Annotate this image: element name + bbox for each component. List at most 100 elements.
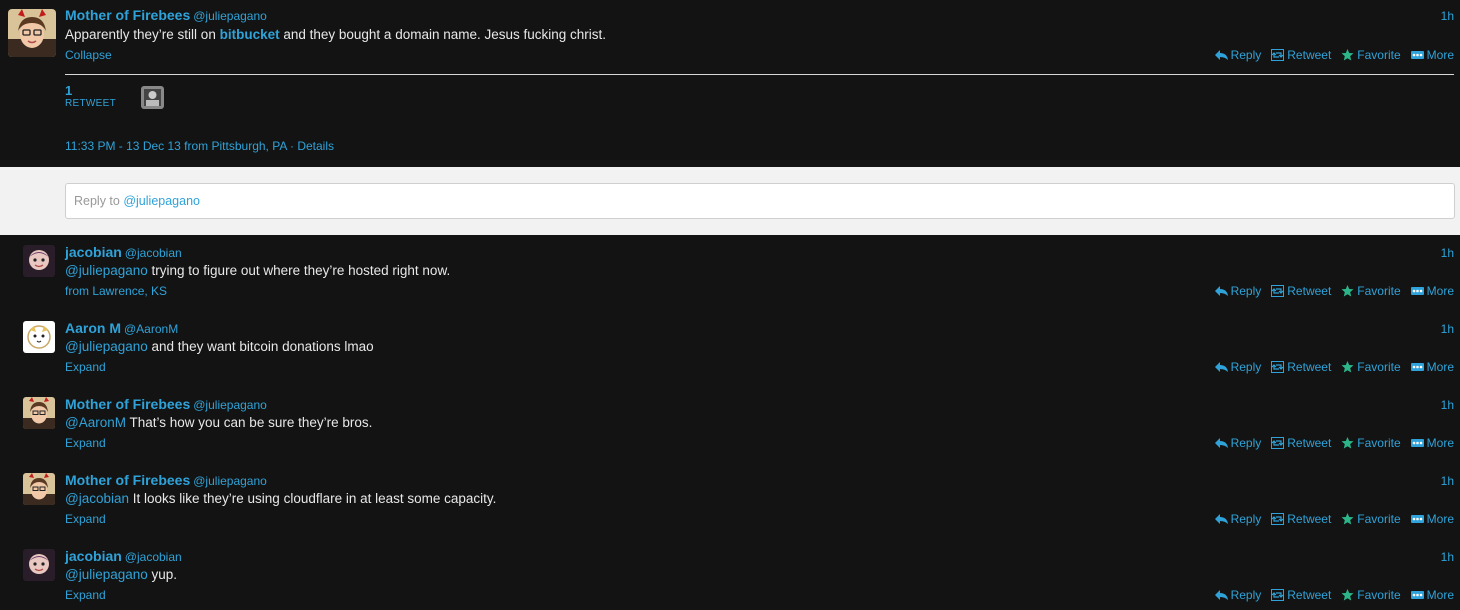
tweet-actions: Reply Retweet Favorite More — [1214, 588, 1454, 602]
reply-button[interactable]: Reply — [1214, 360, 1262, 374]
favorite-button[interactable]: Favorite — [1341, 588, 1401, 602]
favorite-label: Favorite — [1357, 284, 1401, 298]
reply-button[interactable]: Reply — [1214, 512, 1262, 526]
more-button[interactable]: More — [1410, 284, 1454, 298]
reply-tweet: jacobian @jacobian 1h @juliepagano trying… — [0, 235, 1460, 311]
expand-link[interactable]: Expand — [65, 588, 106, 602]
favorite-button[interactable]: Favorite — [1341, 512, 1401, 526]
reply-label: Reply — [1230, 48, 1262, 62]
reply-label: Reply — [1230, 436, 1262, 450]
mention-link[interactable]: @juliepagano — [65, 567, 148, 582]
avatar-juliepagano[interactable] — [8, 9, 56, 57]
tweet-timestamp[interactable]: 1h — [1441, 9, 1454, 23]
reply-tweet: Aaron M @AaronM 1h @juliepagano and they … — [0, 311, 1460, 387]
favorite-button[interactable]: Favorite — [1341, 48, 1401, 62]
retweet-count-label: RETWEET — [65, 98, 116, 109]
tweet-text-part: Apparently they’re still on — [65, 27, 220, 42]
tweet-meta[interactable]: 11:33 PM - 13 Dec 13 from Pittsburgh, PA… — [65, 139, 334, 153]
retweet-button[interactable]: Retweet — [1271, 48, 1331, 62]
retweet-button[interactable]: Retweet — [1271, 512, 1331, 526]
retweet-button[interactable]: Retweet — [1271, 588, 1331, 602]
star-icon — [1341, 361, 1354, 373]
more-button[interactable]: More — [1410, 48, 1454, 62]
favorite-label: Favorite — [1357, 436, 1401, 450]
more-dots-icon — [1410, 49, 1424, 61]
collapse-link[interactable]: Collapse — [65, 48, 112, 62]
more-label: More — [1426, 512, 1454, 526]
reply-tweet: Mother of Firebees @juliepagano 1h @jacob… — [0, 463, 1460, 539]
author-handle[interactable]: @jacobian — [125, 246, 182, 260]
avatar-juliepagano[interactable] — [23, 397, 55, 429]
reply-button[interactable]: Reply — [1214, 48, 1262, 62]
reply-icon — [1214, 513, 1228, 525]
author-handle[interactable]: @juliepagano — [193, 398, 267, 412]
expand-link[interactable]: Expand — [65, 512, 106, 526]
tweet-timestamp[interactable]: 1h — [1441, 550, 1454, 564]
author-handle[interactable]: @AaronM — [124, 322, 178, 336]
more-label: More — [1426, 284, 1454, 298]
tweet-text: Apparently they’re still on bitbucket an… — [65, 27, 606, 42]
author-name[interactable]: jacobian — [65, 548, 122, 564]
more-button[interactable]: More — [1410, 436, 1454, 450]
star-icon — [1341, 285, 1354, 297]
favorite-button[interactable]: Favorite — [1341, 436, 1401, 450]
tweet-text-body: That’s how you can be sure they’re bros. — [125, 415, 373, 430]
favorite-label: Favorite — [1357, 360, 1401, 374]
retweet-button[interactable]: Retweet — [1271, 436, 1331, 450]
more-button[interactable]: More — [1410, 588, 1454, 602]
reply-label: Reply — [1230, 512, 1262, 526]
bitbucket-link[interactable]: bitbucket — [220, 27, 280, 42]
more-button[interactable]: More — [1410, 512, 1454, 526]
tweet-timestamp[interactable]: 1h — [1441, 246, 1454, 260]
main-tweet: Mother of Firebees @juliepagano 1h Appare… — [0, 0, 1460, 167]
author-name[interactable]: Aaron M — [65, 320, 121, 336]
author-name[interactable]: jacobian — [65, 244, 122, 260]
expand-link[interactable]: Expand — [65, 360, 106, 374]
favorite-label: Favorite — [1357, 588, 1401, 602]
reply-icon — [1214, 285, 1228, 297]
author-handle[interactable]: @juliepagano — [193, 9, 267, 23]
reply-button[interactable]: Reply — [1214, 284, 1261, 298]
mention-link[interactable]: @AaronM — [65, 415, 126, 430]
tweet-timestamp[interactable]: 1h — [1441, 474, 1454, 488]
expand-link[interactable]: Expand — [65, 436, 106, 450]
author-handle[interactable]: @juliepagano — [193, 474, 267, 488]
avatar-jacobian[interactable] — [23, 245, 55, 277]
reply-button[interactable]: Reply — [1214, 588, 1261, 602]
more-button[interactable]: More — [1410, 360, 1454, 374]
tweet-location[interactable]: from Lawrence, KS — [65, 284, 167, 298]
tweet-timestamp[interactable]: 1h — [1441, 322, 1454, 336]
retweet-label: Retweet — [1287, 284, 1332, 298]
reply-button[interactable]: Reply — [1214, 436, 1262, 450]
retweet-count: 1 — [65, 83, 73, 98]
author-handle[interactable]: @jacobian — [125, 550, 182, 564]
retweet-button[interactable]: Retweet — [1271, 284, 1331, 298]
reply-band: Reply to @juliepagano — [0, 167, 1460, 235]
retweet-label: Retweet — [1287, 436, 1332, 450]
author-name[interactable]: Mother of Firebees — [65, 396, 190, 412]
tweet-timestamp[interactable]: 1h — [1441, 398, 1454, 412]
avatar-juliepagano[interactable] — [23, 473, 55, 505]
author-name[interactable]: Mother of Firebees — [65, 7, 190, 23]
tweet-text-body: trying to figure out where they’re hoste… — [147, 263, 451, 278]
tweet-text-part: and they bought a domain name. Jesus fuc… — [279, 27, 607, 42]
avatar-jacobian[interactable] — [23, 549, 55, 581]
avatar-AaronM[interactable] — [23, 321, 55, 353]
tweet-text: @juliepagano trying to figure out where … — [65, 263, 450, 278]
mention-link[interactable]: @juliepagano — [65, 263, 148, 278]
retweet-button[interactable]: Retweet — [1271, 360, 1331, 374]
author-name[interactable]: Mother of Firebees — [65, 472, 190, 488]
retweeter-avatar[interactable] — [141, 86, 164, 109]
reply-input[interactable]: Reply to @juliepagano — [65, 183, 1455, 219]
star-icon — [1341, 589, 1354, 601]
mention-link[interactable]: @juliepagano — [65, 339, 148, 354]
retweet-stats[interactable]: 1 RETWEET — [65, 83, 116, 109]
tweet-actions: Reply Retweet Favorite More — [1214, 436, 1454, 450]
retweet-icon — [1271, 437, 1285, 449]
favorite-button[interactable]: Favorite — [1341, 284, 1401, 298]
favorite-button[interactable]: Favorite — [1341, 360, 1401, 374]
reply-label: Reply — [1230, 360, 1262, 374]
mention-link[interactable]: @jacobian — [65, 491, 129, 506]
retweet-label: Retweet — [1287, 512, 1332, 526]
more-label: More — [1426, 48, 1454, 62]
